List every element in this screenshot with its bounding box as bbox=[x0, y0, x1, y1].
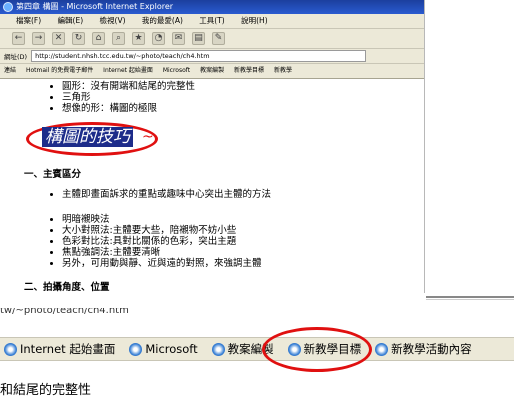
subheading-angle: 二、拍攝角度、位置 bbox=[24, 282, 110, 293]
links-bar: 連結 Hotmail 的免費電子郵件 Internet 起始畫面 Microso… bbox=[0, 64, 424, 79]
ie-page-icon bbox=[211, 342, 225, 356]
title-tilde: ~ bbox=[142, 129, 154, 145]
address-input[interactable]: http://student.nhsh.tcc.edu.tw/~photo/te… bbox=[31, 50, 367, 62]
subject-list: 主體即畫面訴求的重點或趣味中心突出主體的方法 bbox=[0, 189, 271, 200]
link-label: 新教學活動內容 bbox=[391, 342, 472, 356]
link-label: Internet 起始畫面 bbox=[20, 342, 116, 356]
menu-file[interactable]: 檔案(F) bbox=[16, 16, 41, 25]
menu-help[interactable]: 說明(H) bbox=[241, 16, 268, 25]
link-internet-start-zoomed[interactable]: Internet 起始畫面 bbox=[0, 341, 115, 357]
link-new-activities-zoomed[interactable]: 新教學活動內容 bbox=[371, 341, 472, 357]
window-title: 第四章 構圖 - Microsoft Internet Explorer bbox=[16, 2, 174, 11]
link-new-teaching[interactable]: 新教學 bbox=[274, 67, 292, 74]
technique-list: 明暗襯映法 大小對照法:主體要大些，陪襯物不妨小些 色彩對比法:具對比關係的色彩… bbox=[0, 214, 262, 269]
url-fragment: tw/~photo/teach/ch4.htm bbox=[0, 308, 129, 316]
forward-icon[interactable]: → bbox=[32, 32, 45, 45]
address-label: 網址(D) bbox=[4, 53, 28, 61]
ie-page-icon bbox=[129, 342, 143, 356]
ie-page-icon bbox=[4, 342, 17, 356]
list-item: 想像的形：構圖的極限 bbox=[62, 103, 195, 114]
list-item: 明暗襯映法 bbox=[62, 214, 262, 225]
menu-tools[interactable]: 工具(T) bbox=[199, 16, 224, 25]
home-icon[interactable]: ⌂ bbox=[92, 32, 105, 45]
ie-logo-icon bbox=[3, 2, 13, 12]
list-item: 三角形 bbox=[62, 92, 195, 103]
goal-highlight-oval bbox=[262, 327, 372, 372]
section-title: 構圖的技巧 bbox=[42, 127, 133, 147]
shape-list: 圓形：沒有開端和結尾的完整性 三角形 想像的形：構圖的極限 bbox=[0, 81, 195, 114]
link-hotmail[interactable]: Hotmail 的免費電子郵件 bbox=[26, 67, 93, 74]
links-bar-zoomed: Internet 起始畫面 Microsoft 教案編製 新教學目標 新教學活動… bbox=[0, 337, 514, 361]
stop-icon[interactable]: ✕ bbox=[52, 32, 65, 45]
link-microsoft[interactable]: Microsoft bbox=[163, 67, 190, 74]
list-item: 色彩對比法:具對比關係的色彩，突出主題 bbox=[62, 236, 262, 247]
divider bbox=[426, 296, 514, 300]
search-icon[interactable]: ⌕ bbox=[112, 32, 125, 45]
links-label: 連結 bbox=[4, 67, 17, 74]
history-icon[interactable]: ◔ bbox=[152, 32, 165, 45]
mail-icon[interactable]: ✉ bbox=[172, 32, 185, 45]
link-internet-start[interactable]: Internet 起始畫面 bbox=[103, 67, 153, 74]
address-bar: 網址(D) http://student.nhsh.tcc.edu.tw/~ph… bbox=[0, 49, 424, 64]
refresh-icon[interactable]: ↻ bbox=[72, 32, 85, 45]
subheading-subject: 一、主賓區分 bbox=[24, 169, 82, 180]
edit-icon[interactable]: ✎ bbox=[212, 32, 225, 45]
link-lesson-plan[interactable]: 教案編製 bbox=[200, 67, 224, 74]
menu-favorites[interactable]: 我的最愛(A) bbox=[142, 16, 183, 25]
menu-edit[interactable]: 編輯(E) bbox=[58, 16, 84, 25]
print-icon[interactable]: ▤ bbox=[192, 32, 205, 45]
back-icon[interactable]: ← bbox=[12, 32, 25, 45]
menu-view[interactable]: 檢視(V) bbox=[100, 16, 126, 25]
link-new-goals[interactable]: 新教學目標 bbox=[234, 67, 264, 74]
link-microsoft-zoomed[interactable]: Microsoft bbox=[125, 342, 198, 356]
browser-window: 第四章 構圖 - Microsoft Internet Explorer 檔案(… bbox=[0, 0, 425, 293]
page-content: 圓形：沒有開端和結尾的完整性 三角形 想像的形：構圖的極限 構圖的技巧 ~ 一、… bbox=[0, 79, 424, 293]
ie-page-icon bbox=[375, 342, 389, 356]
favorites-icon[interactable]: ★ bbox=[132, 32, 145, 45]
link-label: Microsoft bbox=[145, 342, 198, 356]
list-item: 另外，可用動與靜、近與遠的對照，來強調主體 bbox=[62, 258, 262, 269]
list-item: 焦點強調法:主體要清晰 bbox=[62, 247, 262, 258]
text-fragment: 和結尾的完整性 bbox=[0, 383, 92, 398]
toolbar: ← → ✕ ↻ ⌂ ⌕ ★ ◔ ✉ ▤ ✎ bbox=[0, 29, 424, 49]
window-titlebar: 第四章 構圖 - Microsoft Internet Explorer bbox=[0, 0, 424, 14]
list-item: 圓形：沒有開端和結尾的完整性 bbox=[62, 81, 195, 92]
menu-bar: 檔案(F) 編輯(E) 檢視(V) 我的最愛(A) 工具(T) 說明(H) bbox=[0, 14, 424, 29]
list-item: 主體即畫面訴求的重點或趣味中心突出主體的方法 bbox=[62, 189, 271, 200]
list-item: 大小對照法:主體要大些，陪襯物不妨小些 bbox=[62, 225, 262, 236]
